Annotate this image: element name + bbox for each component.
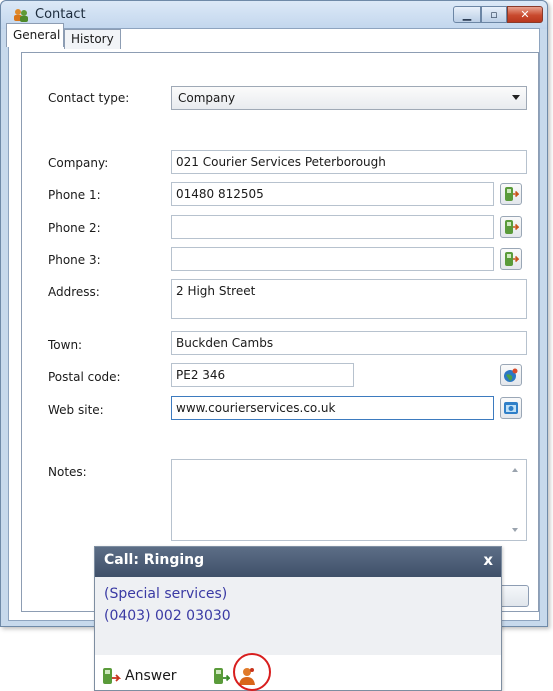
contact-type-select[interactable]: Company [171, 86, 527, 110]
call-info: (Special services) (0403) 002 03030 [95, 577, 501, 656]
call-actions: Answer [95, 655, 501, 690]
contact-type-label: Contact type: [48, 91, 130, 105]
chevron-down-icon [512, 95, 520, 100]
close-window-button[interactable]: ✕ [507, 6, 543, 23]
phone1-label: Phone 1: [48, 188, 101, 202]
title-bar[interactable]: Contact ▁ ▫ ✕ [1, 1, 547, 29]
minimize-icon: ▁ [462, 8, 472, 21]
postal-code-field[interactable]: PE2 346 [171, 363, 354, 387]
notes-field[interactable] [171, 459, 527, 541]
minimize-button[interactable]: ▁ [453, 6, 481, 23]
town-field[interactable]: Buckden Cambs [171, 331, 527, 355]
close-icon: ✕ [520, 8, 530, 21]
scroll-down-arrow-icon[interactable] [512, 528, 518, 532]
phone3-label: Phone 3: [48, 253, 101, 267]
company-label: Company: [48, 156, 109, 170]
answer-button[interactable]: Answer [101, 667, 177, 687]
show-map-button[interactable] [500, 364, 522, 386]
notes-label: Notes: [48, 465, 87, 479]
dial-phone2-button[interactable] [500, 216, 522, 238]
tab-history[interactable]: History [64, 29, 121, 49]
phone-dial-icon [505, 252, 519, 266]
phone3-field[interactable] [171, 247, 494, 271]
phone2-field[interactable] [171, 215, 494, 239]
phone-dial-icon [505, 187, 519, 201]
company-field[interactable]: 021 Courier Services Peterborough [171, 150, 527, 174]
website-field[interactable]: www.courierservices.co.uk [171, 396, 494, 420]
call-status-title: Call: Ringing [104, 552, 205, 568]
forward-call-icon [214, 668, 232, 684]
address-field[interactable]: 2 High Street [171, 279, 527, 319]
dial-phone1-button[interactable] [500, 183, 522, 205]
close-popup-button[interactable]: x [483, 551, 493, 569]
phone2-label: Phone 2: [48, 221, 101, 235]
address-label: Address: [48, 285, 100, 299]
phone1-field[interactable]: 01480 812505 [171, 182, 494, 206]
answer-label: Answer [125, 668, 177, 684]
call-popup-header: Call: Ringing x [95, 547, 501, 577]
globe-map-icon [504, 368, 518, 382]
call-popup: Call: Ringing x (Special services) (0403… [94, 546, 502, 691]
phone-dial-icon [505, 220, 519, 234]
maximize-icon: ▫ [490, 8, 498, 21]
web-browser-icon [504, 402, 518, 414]
town-label: Town: [48, 338, 83, 352]
caller-name: (Special services) [104, 586, 228, 602]
dial-phone3-button[interactable] [500, 248, 522, 270]
scroll-up-arrow-icon[interactable] [512, 468, 518, 472]
open-website-button[interactable] [500, 397, 522, 419]
contact-type-value: Company [178, 91, 236, 105]
answer-call-icon [103, 668, 122, 684]
maximize-button[interactable]: ▫ [481, 6, 507, 23]
highlight-circle [233, 653, 271, 691]
website-label: Web site: [48, 403, 104, 417]
caller-number: (0403) 002 03030 [104, 608, 231, 624]
forward-call-button[interactable] [212, 667, 232, 688]
contact-app-icon [13, 8, 29, 22]
postal-code-label: Postal code: [48, 370, 121, 384]
window-title: Contact [35, 7, 86, 22]
tab-general[interactable]: General [6, 23, 64, 47]
